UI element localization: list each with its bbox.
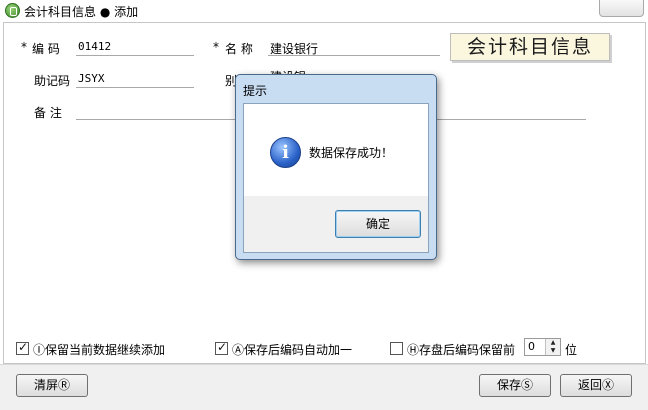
window-title: 会计科目信息 ● 添加 [24, 5, 139, 19]
message-dialog: 提示 i 数据保存成功！ 确定 [235, 74, 437, 260]
dialog-message-area: i 数据保存成功！ [244, 104, 428, 196]
auto-increment-label[interactable]: Ⓐ保存后编码自动加一 [232, 341, 352, 358]
close-button[interactable] [599, 0, 644, 17]
title-bar: 会计科目信息 ● 添加 [0, 0, 648, 22]
stepper-down-icon[interactable]: ▼ [545, 347, 560, 355]
mnemonic-underline [76, 87, 194, 88]
logo-banner: 会计科目信息 [450, 33, 610, 61]
name-underline [268, 55, 440, 56]
keep-prefix-checkbox[interactable] [390, 342, 403, 355]
mnemonic-label: 助记码 [34, 74, 71, 88]
code-input[interactable]: 01412 [78, 40, 111, 53]
mnemonic-input[interactable]: JSYX [78, 72, 105, 85]
stepper-up-icon[interactable]: ▲ [545, 339, 560, 347]
code-label: 编 码 [32, 42, 60, 56]
remark-label: 备 注 [34, 106, 62, 120]
prefix-unit-label: 位 [565, 343, 578, 357]
info-icon: i [270, 137, 301, 168]
required-mark-name: * [213, 40, 219, 54]
dialog-title: 提示 [243, 84, 268, 98]
required-mark-code: * [21, 40, 27, 54]
keep-data-label[interactable]: Ⓘ保留当前数据继续添加 [33, 341, 165, 358]
app-icon [5, 3, 20, 18]
dialog-body: i 数据保存成功！ 确定 [243, 103, 429, 253]
auto-increment-checkbox[interactable] [215, 340, 228, 355]
code-underline [76, 55, 194, 56]
keep-data-checkbox[interactable] [16, 340, 29, 355]
keep-prefix-label[interactable]: Ⓗ存盘后编码保留前 [407, 341, 515, 358]
ok-button[interactable]: 确定 [335, 210, 421, 238]
clear-button[interactable]: 清屏Ⓡ [16, 374, 88, 397]
prefix-length-value[interactable]: 0 [528, 340, 535, 353]
save-button[interactable]: 保存Ⓢ [479, 374, 551, 397]
dialog-message: 数据保存成功！ [309, 146, 394, 160]
name-label: 名 称 [225, 42, 253, 56]
back-button[interactable]: 返回Ⓧ [560, 374, 632, 397]
prefix-length-stepper[interactable]: 0 ▲ ▼ [524, 338, 561, 356]
